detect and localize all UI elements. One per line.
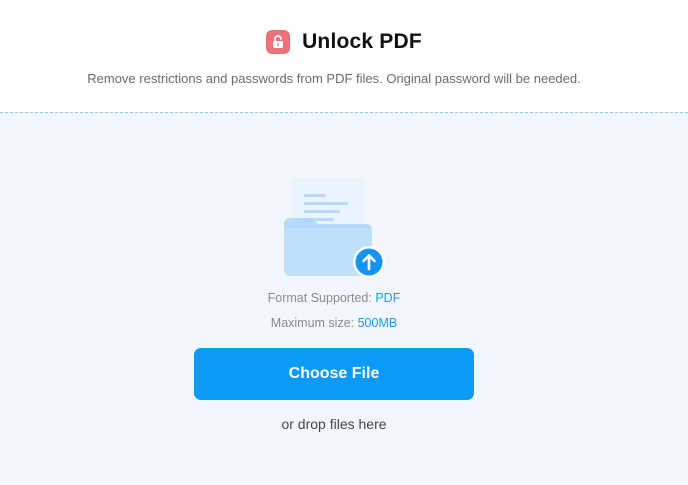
format-supported-value: PDF [375,291,401,305]
maximum-size-value: 500MB [357,316,398,330]
maximum-size: Maximum size: 500MB [0,316,668,330]
folder-upload-icon [282,176,388,280]
page-subtitle: Remove restrictions and passwords from P… [87,71,581,86]
format-supported: Format Supported: PDF [0,291,668,305]
title-row: Unlock PDF [0,30,688,54]
page-header: Unlock PDF Remove restrictions and passw… [0,0,688,112]
unlock-pdf-page: Unlock PDF Remove restrictions and passw… [0,0,688,485]
choose-file-button[interactable]: Choose File [194,348,474,400]
page-title: Unlock PDF [302,30,422,53]
unlock-icon [266,30,291,54]
drop-files-hint: or drop files here [281,416,387,432]
maximum-size-label: Maximum size: [270,316,355,330]
format-supported-label: Format Supported: [267,291,372,305]
